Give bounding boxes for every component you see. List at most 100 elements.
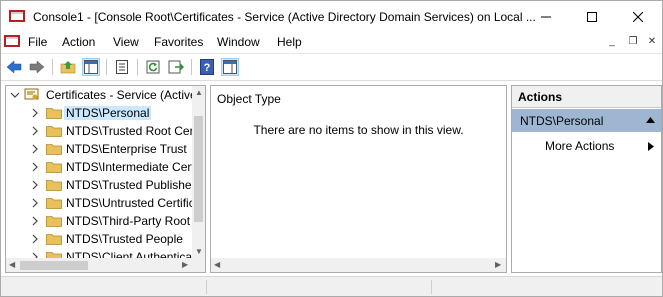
close-icon <box>633 11 643 22</box>
help-button[interactable]: ? <box>198 58 216 76</box>
properties-button[interactable] <box>113 58 131 76</box>
window-title: Console1 - [Console Root\Certificates - … <box>33 10 536 24</box>
folder-icon <box>46 162 62 173</box>
mdi-restore-button[interactable]: ❐ <box>627 37 639 47</box>
tree-item-label: NTDS\Trusted Publishers <box>66 178 192 192</box>
expand-chevron-icon[interactable] <box>30 180 40 190</box>
actions-title: Actions <box>518 90 563 104</box>
back-button[interactable] <box>5 58 23 76</box>
results-horizontal-scrollbar[interactable]: ◀ ▶ <box>211 258 506 272</box>
expand-chevron-icon[interactable] <box>30 216 40 226</box>
menu-file[interactable]: File <box>28 35 47 49</box>
folder-icon <box>46 108 62 119</box>
tree-item[interactable]: NTDS\Trusted Publishers <box>6 176 192 194</box>
export-list-button[interactable] <box>167 58 185 76</box>
status-bar <box>1 276 662 296</box>
tree-item[interactable]: NTDS\Third-Party Root Certification Auth… <box>6 212 192 230</box>
maximize-icon <box>587 11 597 22</box>
menu-action[interactable]: Action <box>62 35 95 49</box>
title-bar[interactable]: Console1 - [Console Root\Certificates - … <box>1 1 662 32</box>
tree-item[interactable]: NTDS\Untrusted Certificates <box>6 194 192 212</box>
show-hide-action-pane-icon <box>223 60 237 74</box>
submenu-arrow-icon <box>648 142 654 151</box>
menu-favorites[interactable]: Favorites <box>154 35 203 49</box>
scroll-right-icon[interactable]: ▶ <box>182 261 188 269</box>
mmc-app-icon <box>9 10 25 22</box>
tree-horizontal-scrollbar[interactable]: ◀ ▶ <box>6 258 205 272</box>
up-folder-icon <box>60 61 76 74</box>
svg-text:?: ? <box>204 62 211 74</box>
folder-icon <box>46 126 62 137</box>
tree-item-label: NTDS\Enterprise Trust <box>66 142 187 156</box>
menu-help[interactable]: Help <box>277 35 302 49</box>
tree-item-label: NTDS\Untrusted Certificates <box>66 196 192 210</box>
tree-item-label: NTDS\Trusted People <box>66 232 183 246</box>
tree-item[interactable]: NTDS\Trusted People <box>6 230 192 248</box>
expand-chevron-icon[interactable] <box>30 108 40 118</box>
more-actions-item[interactable]: More Actions <box>512 136 661 156</box>
actions-pane: Actions NTDS\Personal More Actions <box>511 85 662 273</box>
tree-vertical-scroll-thumb[interactable] <box>194 116 203 222</box>
collapse-chevron-icon[interactable] <box>10 90 20 100</box>
scroll-left-icon[interactable]: ◀ <box>9 261 15 269</box>
collapse-triangle-icon[interactable] <box>646 117 655 123</box>
expand-chevron-icon[interactable] <box>30 126 40 136</box>
toolbar: ? <box>1 53 662 81</box>
tree-root-node[interactable]: Certificates - Service (Active Directory… <box>6 86 192 104</box>
expand-chevron-icon[interactable] <box>30 234 40 244</box>
forward-button[interactable] <box>28 58 46 76</box>
scroll-right-icon[interactable]: ▶ <box>495 261 501 269</box>
tree-item-label: NTDS\Trusted Root Certification Authorit… <box>66 124 192 138</box>
back-arrow-icon <box>6 60 22 74</box>
column-header-object-type[interactable]: Object Type <box>217 92 281 106</box>
mdi-minimize-button[interactable]: _ <box>606 37 618 47</box>
folder-icon <box>46 180 62 191</box>
properties-icon <box>116 60 128 74</box>
scroll-down-icon[interactable]: ▼ <box>195 248 203 256</box>
empty-view-message: There are no items to show in this view. <box>253 123 464 137</box>
actions-header: Actions <box>512 86 661 108</box>
tree-item-label: NTDS\Intermediate Certification Authorit… <box>66 160 192 174</box>
expand-chevron-icon[interactable] <box>30 198 40 208</box>
minimize-icon <box>541 16 551 17</box>
mdi-close-button[interactable]: ✕ <box>646 37 658 47</box>
refresh-button[interactable] <box>144 58 162 76</box>
help-icon: ? <box>200 59 214 75</box>
scroll-up-icon[interactable]: ▲ <box>195 89 203 97</box>
show-hide-tree-icon <box>84 60 98 74</box>
console-icon[interactable] <box>4 34 20 48</box>
tree-item-label: NTDS\Third-Party Root Certification Auth… <box>66 214 192 228</box>
console-tree-pane[interactable]: Certificates - Service (Active Directory… <box>5 85 206 273</box>
tree-item[interactable]: NTDS\Personal <box>6 104 192 122</box>
up-one-level-button[interactable] <box>59 58 77 76</box>
refresh-icon <box>146 60 160 74</box>
show-hide-action-pane-button[interactable] <box>221 58 239 76</box>
menu-window[interactable]: Window <box>217 35 260 49</box>
actions-section-header[interactable]: NTDS\Personal <box>512 109 661 132</box>
close-button[interactable] <box>615 1 661 32</box>
results-pane[interactable]: Object Type There are no items to show i… <box>210 85 507 273</box>
tree-root-label: Certificates - Service (Active Directory… <box>46 88 192 102</box>
menu-view[interactable]: View <box>113 35 139 49</box>
actions-section-label: NTDS\Personal <box>520 114 604 128</box>
folder-icon <box>46 198 62 209</box>
tree-horizontal-scroll-thumb[interactable] <box>20 261 88 270</box>
folder-icon <box>46 216 62 227</box>
scroll-left-icon[interactable]: ◀ <box>214 261 220 269</box>
menu-bar: File Action View Favorites Window Help _… <box>1 32 662 52</box>
mmc-window: Console1 - [Console Root\Certificates - … <box>0 0 663 297</box>
maximize-button[interactable] <box>569 1 615 32</box>
folder-icon <box>46 144 62 155</box>
folder-icon <box>46 234 62 245</box>
tree-item-label: NTDS\Personal <box>64 106 152 120</box>
tree-item[interactable]: NTDS\Intermediate Certification Authorit… <box>6 158 192 176</box>
show-hide-console-tree-button[interactable] <box>82 58 100 76</box>
expand-chevron-icon[interactable] <box>30 162 40 172</box>
tree-vertical-scrollbar[interactable]: ▲ ▼ <box>192 86 205 258</box>
minimize-button[interactable] <box>523 1 569 32</box>
export-list-icon <box>168 60 184 74</box>
expand-chevron-icon[interactable] <box>30 144 40 154</box>
tree-item[interactable]: NTDS\Trusted Root Certification Authorit… <box>6 122 192 140</box>
tree-item[interactable]: NTDS\Enterprise Trust <box>6 140 192 158</box>
more-actions-label: More Actions <box>545 139 615 153</box>
